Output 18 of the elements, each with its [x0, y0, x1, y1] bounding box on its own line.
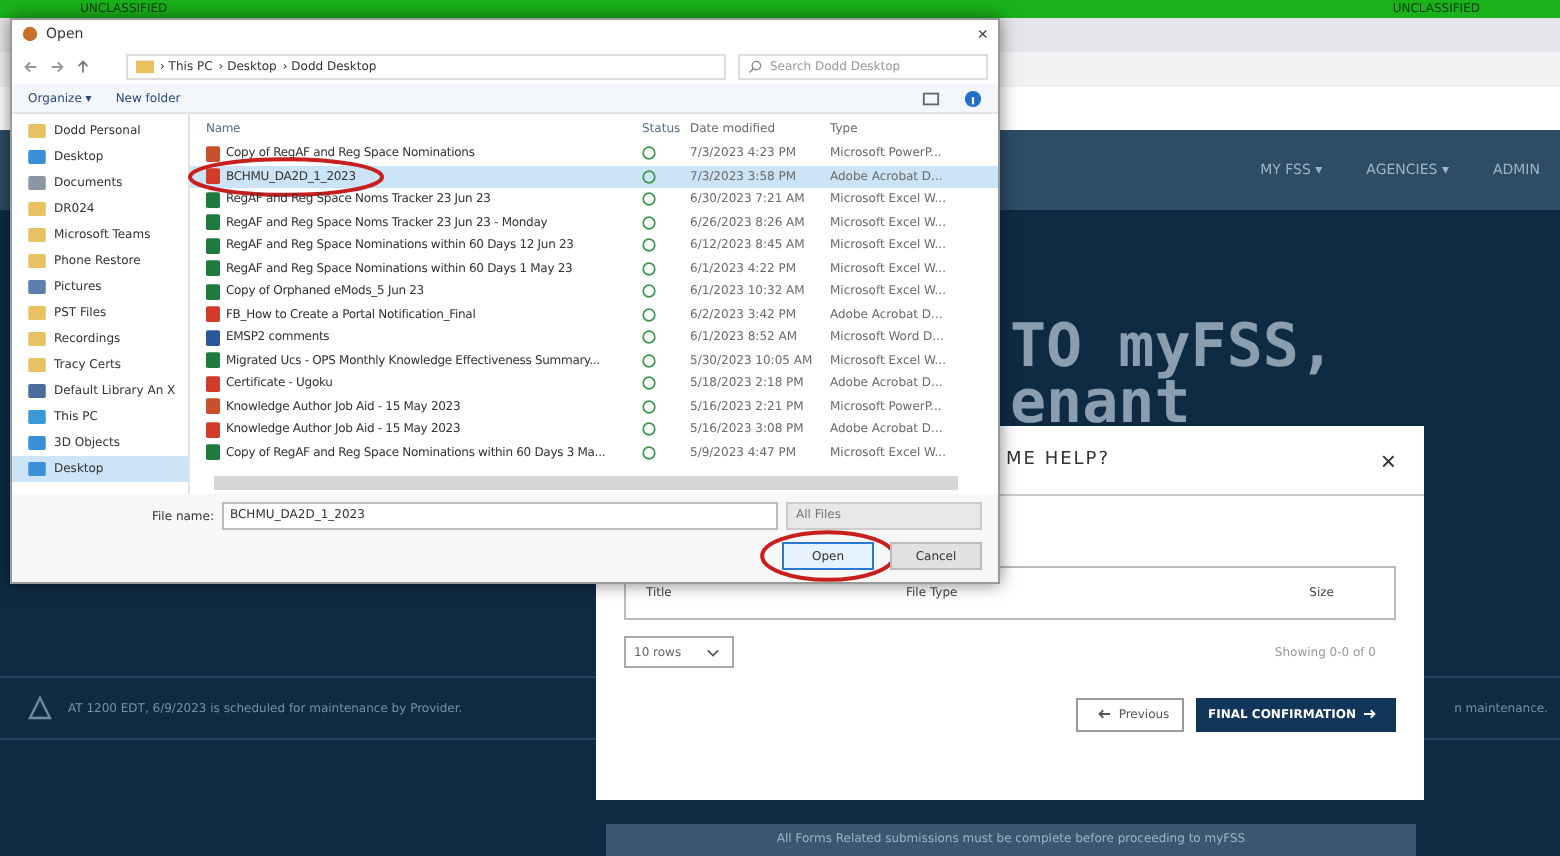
- close-button[interactable]: ×: [977, 24, 988, 44]
- app-icon: [22, 26, 38, 42]
- close-button[interactable]: ×: [1380, 445, 1396, 475]
- up-icon[interactable]: [74, 57, 92, 75]
- chevron-down-icon: [705, 647, 720, 657]
- search-icon: [748, 59, 762, 73]
- view-options-icon[interactable]: [922, 89, 940, 107]
- forward-icon[interactable]: [48, 57, 66, 75]
- back-icon[interactable]: [22, 57, 40, 75]
- arrow-right-icon: [1362, 708, 1378, 721]
- help-icon[interactable]: [964, 89, 982, 107]
- hero-heading: enant: [1010, 376, 1191, 432]
- modal-title: ME HELP?: [1006, 450, 1110, 470]
- hero-heading: TO myFSS,: [1010, 320, 1338, 376]
- folder-icon: [136, 58, 154, 74]
- horizontal-scrollbar[interactable]: [214, 476, 958, 490]
- arrow-left-icon: [1096, 708, 1113, 721]
- warning-icon: [28, 696, 52, 721]
